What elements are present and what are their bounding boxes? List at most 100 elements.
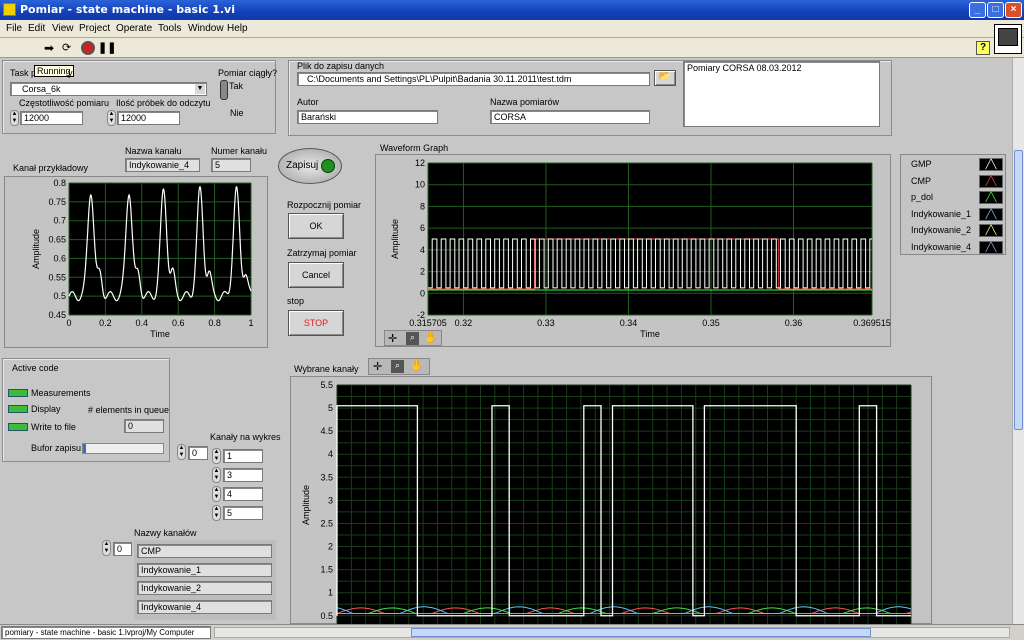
write-file-label: Write to file [31, 422, 76, 432]
y-tick-label: 3 [328, 495, 333, 505]
menu-project[interactable]: Project [79, 23, 110, 34]
menu-view[interactable]: View [52, 23, 74, 34]
file-path-input[interactable]: C:\Documents and Settings\PL\Pulpit\Bada… [297, 72, 650, 86]
freq-stepper[interactable]: ▲ ▼ [10, 110, 19, 126]
scroll-thumb[interactable] [1014, 150, 1023, 430]
menu-edit[interactable]: Edit [28, 23, 45, 34]
selected-svg: 5.5 5 4.5 4 3.5 3 2.5 2 1.5 1 0.5 Amplitude [301, 380, 912, 625]
horizontal-scrollbar[interactable] [214, 627, 1010, 638]
zoom-icon[interactable]: ⌕ [406, 332, 419, 345]
toolbar: ➡ ⟳ ❚❚ ? [0, 24, 1024, 58]
x-axis-label: Time [150, 329, 170, 339]
dropdown-arrow-icon[interactable]: ▼ [195, 84, 205, 94]
file-path-value: C:\Documents and Settings\PL\Pulpit\Bada… [307, 74, 572, 84]
channel-num-label: Numer kanału [211, 146, 268, 156]
legend-item: Indykowanie_2 ╱╲ [901, 224, 1005, 238]
y-tick-label: 2.5 [320, 518, 333, 528]
measname-label: Nazwa pomiarów [490, 97, 560, 107]
menu-bar: File Edit View Project Operate Tools Win… [0, 20, 1024, 38]
vertical-scrollbar[interactable] [1012, 58, 1024, 624]
legend-swatch: ╱╲ [979, 174, 1003, 188]
menu-help[interactable]: Help [227, 23, 248, 34]
legend-label: Indykowanie_2 [911, 225, 972, 235]
legend-label: p_dol [911, 192, 934, 202]
channels-index-input[interactable]: 0 [188, 446, 208, 460]
hscroll-thumb[interactable] [411, 628, 871, 637]
legend-item: p_dol ╱╲ [901, 191, 1005, 205]
zoom-icon-2[interactable]: ⌕ [391, 360, 404, 373]
legend-swatch: ╱╲ [979, 207, 1003, 221]
legend-label: Indykowanie_4 [911, 241, 972, 252]
selected-tools: ✛ ⌕ ✋ [368, 358, 430, 375]
channel-name-item: CMP [137, 544, 272, 558]
channel-number-input[interactable]: 1 [223, 449, 263, 463]
channel-stepper[interactable]: ▲ ▼ [212, 467, 221, 483]
x-tick-label: 0 [66, 318, 71, 328]
stopm-caption: Zatrzymaj pomiar [287, 248, 357, 258]
browse-folder-icon[interactable]: 📂 [654, 70, 676, 86]
pause-icon[interactable]: ❚❚ [98, 41, 116, 55]
y-tick-label: 4.5 [320, 426, 333, 436]
sample-graph-svg: 0.8 0.75 0.7 0.65 0.6 0.55 0.5 0.450 0.2 0.4 0.6 0.… [31, 178, 254, 339]
measname-input[interactable]: CORSA [490, 110, 650, 124]
menu-window[interactable]: Window [188, 23, 224, 34]
x-tick-label: 0.6 [172, 318, 185, 328]
continuous-label: Pomiar ciągły? [218, 68, 278, 78]
samples-stepper[interactable]: ▲ ▼ [107, 110, 116, 126]
y-tick-label: 2 [328, 542, 333, 552]
y-tick-label: 0.55 [48, 272, 66, 282]
run-arrow-icon[interactable]: ➡ [44, 41, 60, 55]
maximize-button[interactable]: □ [987, 2, 1004, 18]
channel-stepper[interactable]: ▲ ▼ [212, 505, 221, 521]
buffer-label: Bufor zapisu [31, 443, 82, 453]
stop-button[interactable]: STOP [288, 310, 344, 336]
channel-number-input[interactable]: 4 [223, 487, 263, 501]
names-index-stepper[interactable]: ▲ ▼ [102, 540, 111, 556]
legend-swatch: ╱╲ [979, 158, 1003, 171]
run-continuous-icon[interactable]: ⟳ [62, 41, 78, 55]
x-tick-label: 0.32 [455, 318, 473, 328]
channel-stepper[interactable]: ▲ ▼ [212, 486, 221, 502]
vi-connector-icon [994, 24, 1022, 54]
menu-operate[interactable]: Operate [116, 23, 152, 34]
pan-hand-icon[interactable]: ✋ [424, 331, 438, 344]
waveform-title: Waveform Graph [380, 143, 449, 153]
channels-index-stepper[interactable]: ▲ ▼ [177, 444, 186, 460]
comment-textarea[interactable]: Pomiary CORSA 08.03.2012 [683, 61, 880, 127]
active-code-title: Active code [12, 363, 59, 373]
y-tick-label: 1.5 [320, 565, 333, 575]
abort-icon[interactable] [81, 41, 95, 55]
ok-button[interactable]: OK [288, 213, 344, 239]
continuous-yes: Tak [229, 81, 244, 91]
samples-input[interactable]: 12000 [117, 111, 180, 125]
x-axis-label: Time [640, 329, 660, 339]
continuous-toggle[interactable] [220, 80, 228, 100]
task-select[interactable]: Corsa_6k ▼ [10, 82, 207, 96]
x-tick-label: 1 [248, 318, 253, 328]
menu-tools[interactable]: Tools [158, 23, 181, 34]
channel-number-input[interactable]: 3 [223, 468, 263, 482]
channel-number-input[interactable]: 5 [223, 506, 263, 520]
cancel-button[interactable]: Cancel [288, 262, 344, 288]
y-tick-label: 6 [420, 223, 425, 233]
crosshair-icon-2[interactable]: ✛ [373, 360, 382, 373]
y-tick-label: 0.5 [53, 291, 66, 301]
labview-icon [3, 3, 16, 16]
freq-input[interactable]: 12000 [20, 111, 83, 125]
channel-stepper[interactable]: ▲ ▼ [212, 448, 221, 464]
y-tick-label: 0.7 [53, 216, 66, 226]
author-input[interactable]: Barański [297, 110, 438, 124]
pan-hand-icon-2[interactable]: ✋ [410, 359, 424, 372]
crosshair-icon[interactable]: ✛ [388, 332, 397, 345]
minimize-button[interactable]: _ [969, 2, 986, 18]
y-tick-label: 0.5 [320, 611, 333, 621]
zapisuj-button[interactable]: Zapisuj [278, 148, 342, 184]
legend-item: Indykowanie_4 ╱╲ [901, 240, 1005, 255]
selected-graph: 5.5 5 4.5 4 3.5 3 2.5 2 1.5 1 0.5 Amplitude [290, 376, 932, 625]
close-button[interactable]: × [1005, 2, 1022, 18]
y-tick-label: 3.5 [320, 472, 333, 482]
y-tick-label: 1 [328, 588, 333, 598]
names-index-input[interactable]: 0 [113, 542, 132, 556]
help-icon[interactable]: ? [976, 41, 990, 55]
menu-file[interactable]: File [6, 23, 22, 34]
